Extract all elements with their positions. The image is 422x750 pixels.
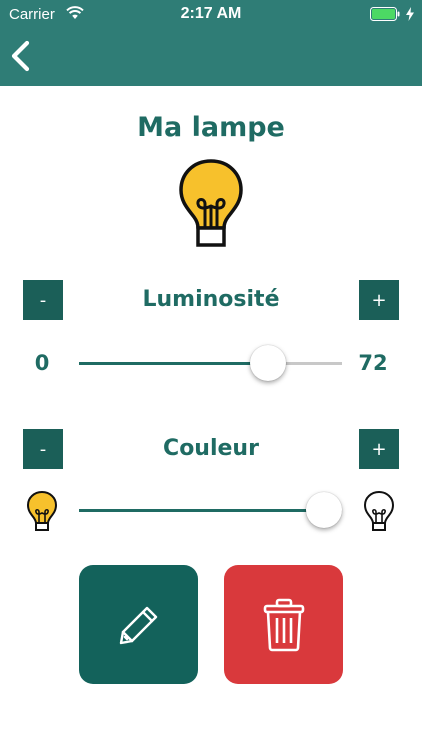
- delete-lamp-button[interactable]: [224, 565, 343, 684]
- brightness-increment-button[interactable]: +: [359, 280, 399, 320]
- brightness-label: Luminosité: [142, 287, 280, 312]
- color-slider[interactable]: [79, 492, 342, 528]
- trash-icon: [263, 598, 304, 651]
- status-bar: Carrier 2:17 AM: [0, 0, 422, 30]
- color-slider-fill: [79, 509, 324, 512]
- color-slider-thumb[interactable]: [305, 492, 342, 528]
- back-chevron-icon[interactable]: [8, 40, 34, 72]
- warm-light-bulb-icon: [27, 491, 57, 531]
- light-bulb-icon: [179, 159, 243, 247]
- pencil-icon: [119, 606, 157, 644]
- edit-lamp-button[interactable]: [79, 565, 198, 684]
- brightness-value-label: 72: [358, 351, 388, 375]
- color-label: Couleur: [163, 436, 259, 461]
- color-increment-button[interactable]: +: [359, 429, 399, 469]
- brightness-slider-thumb[interactable]: [250, 345, 287, 381]
- status-time: 2:17 AM: [180, 5, 242, 22]
- navigation-header: Carrier 2:17 AM: [0, 0, 422, 86]
- color-decrement-button[interactable]: -: [23, 429, 63, 469]
- brightness-slider-fill: [79, 362, 269, 365]
- brightness-decrement-button[interactable]: -: [23, 280, 63, 320]
- battery-icon: [370, 7, 400, 21]
- charging-bolt-icon: [406, 7, 414, 21]
- lamp-name-title: Ma lampe: [137, 112, 285, 143]
- brightness-min-label: 0: [34, 351, 50, 375]
- brightness-slider[interactable]: [79, 345, 342, 381]
- cold-light-bulb-icon: [364, 491, 394, 531]
